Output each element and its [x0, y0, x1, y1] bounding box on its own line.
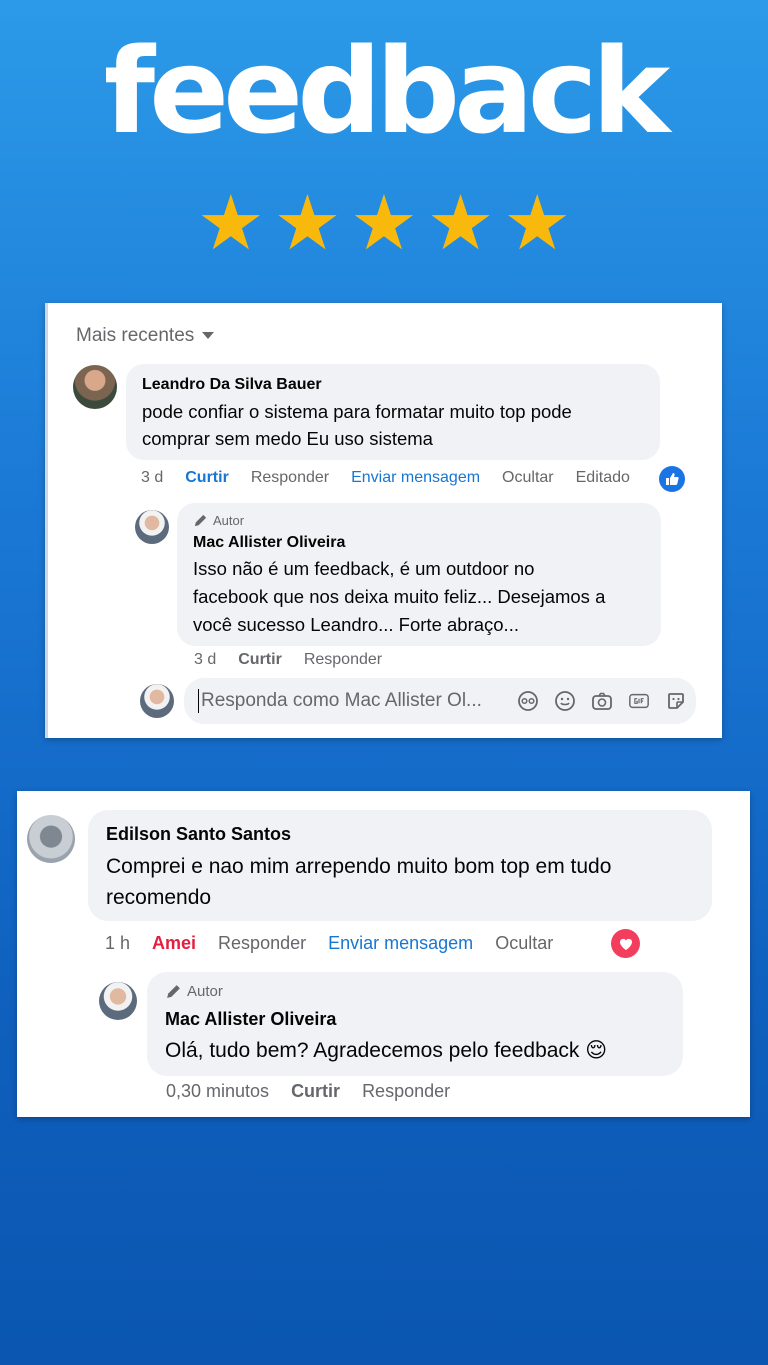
reply-text: Isso não é um feedback, é um outdoor no … — [193, 555, 645, 639]
avatar[interactable] — [135, 510, 169, 544]
star-icon: ★ — [503, 178, 572, 267]
sticker-icon[interactable] — [665, 690, 687, 712]
reply-bubble: Autor Mac Allister Oliveira Olá, tudo be… — [147, 972, 683, 1076]
reply-input[interactable] — [198, 689, 503, 713]
star-icon: ★ — [349, 178, 419, 267]
reply-bubble: Autor Mac Allister Oliveira Isso não é u… — [177, 503, 661, 646]
feedback-title: feedback — [103, 22, 670, 160]
comment-text-line: pode confiar o sistema para formatar mui… — [142, 401, 572, 422]
star-icon: ★ — [426, 178, 495, 267]
avatar[interactable] — [27, 815, 75, 863]
reply-button[interactable]: Responder — [304, 651, 382, 669]
reply-text-line: facebook que nos deixa muito feliz... De… — [193, 586, 606, 607]
reply-text-content: Olá, tudo bem? Agradecemos pelo feedback — [165, 1039, 580, 1062]
like-button[interactable]: Curtir — [238, 651, 282, 669]
reply-text-line: você sucesso Leandro... Forte abraço... — [193, 614, 519, 635]
comment-text-line: Comprei e nao mim arrependo muito bom to… — [106, 855, 612, 878]
reply-time[interactable]: 3 d — [194, 651, 216, 669]
hide-button[interactable]: Ocultar — [495, 933, 553, 954]
comment-author[interactable]: Edilson Santo Santos — [106, 824, 694, 845]
comment-bubble: Edilson Santo Santos Comprei e nao mim a… — [88, 810, 712, 921]
reply-button[interactable]: Responder — [362, 1081, 450, 1102]
sort-label: Mais recentes — [76, 325, 195, 346]
reply-button[interactable]: Responder — [251, 469, 329, 487]
comment-bubble: Leandro Da Silva Bauer pode confiar o si… — [126, 364, 660, 460]
pencil-icon — [167, 985, 180, 998]
comment-text: pode confiar o sistema para formatar mui… — [142, 398, 644, 452]
relieved-emoji-icon: 😌 — [585, 1038, 608, 1062]
reply-text-line: Isso não é um feedback, é um outdoor no — [193, 558, 535, 579]
thumbs-up-icon[interactable] — [659, 466, 685, 492]
hide-button[interactable]: Ocultar — [502, 469, 554, 487]
camera-icon[interactable] — [591, 690, 613, 712]
author-tag-label: Autor — [187, 983, 223, 1000]
caret-down-icon — [202, 332, 215, 340]
comment-author[interactable]: Leandro Da Silva Bauer — [142, 376, 644, 394]
edited-label[interactable]: Editado — [576, 469, 630, 487]
rating-stars: ★ ★ ★ ★ ★ — [0, 185, 768, 261]
love-button[interactable]: Amei — [152, 933, 196, 954]
author-tag: Autor — [165, 983, 665, 1000]
pencil-icon — [194, 514, 207, 527]
comment-screenshot-1: Mais recentes Leandro Da Silva Bauer pod… — [45, 303, 722, 738]
reply-author[interactable]: Mac Allister Oliveira — [165, 1009, 665, 1030]
reply-button[interactable]: Responder — [218, 933, 306, 954]
send-message-button[interactable]: Enviar mensagem — [351, 469, 480, 487]
author-tag: Autor — [193, 513, 645, 528]
comment-text-line: recomendo — [106, 886, 212, 909]
reply-time[interactable]: 0,30 minutos — [166, 1081, 269, 1102]
emoji-icon[interactable] — [554, 690, 576, 712]
author-tag-label: Autor — [213, 513, 245, 528]
comment-text: Comprei e nao mim arrependo muito bom to… — [106, 851, 694, 913]
comment-screenshot-2: Edilson Santo Santos Comprei e nao mim a… — [17, 791, 750, 1117]
reply-composer — [184, 678, 696, 724]
like-button[interactable]: Curtir — [291, 1081, 340, 1102]
star-icon: ★ — [196, 178, 265, 267]
comment-actions: 3 d Curtir Responder Enviar mensagem Ocu… — [141, 469, 652, 487]
reply-text: Olá, tudo bem? Agradecemos pelo feedback… — [165, 1035, 665, 1066]
sort-dropdown[interactable]: Mais recentes — [76, 325, 215, 347]
send-message-button[interactable]: Enviar mensagem — [328, 933, 473, 954]
like-button[interactable]: Curtir — [185, 469, 229, 487]
avatar[interactable] — [99, 982, 137, 1020]
comment-time[interactable]: 3 d — [141, 469, 163, 487]
reply-actions: 3 d Curtir Responder — [194, 651, 404, 669]
comment-time[interactable]: 1 h — [105, 933, 130, 954]
gif-icon[interactable] — [628, 690, 650, 712]
star-icon: ★ — [273, 178, 342, 267]
avatar[interactable] — [73, 365, 117, 409]
avatar — [140, 684, 174, 718]
heart-icon[interactable] — [611, 929, 640, 958]
avatar-sticker-icon[interactable] — [517, 690, 539, 712]
reply-actions: 0,30 minutos Curtir Responder — [166, 1081, 472, 1102]
comment-text-line: comprar sem medo Eu uso sistema — [142, 428, 433, 449]
reply-author[interactable]: Mac Allister Oliveira — [193, 534, 645, 552]
comment-actions: 1 h Amei Responder Enviar mensagem Ocult… — [105, 933, 575, 954]
